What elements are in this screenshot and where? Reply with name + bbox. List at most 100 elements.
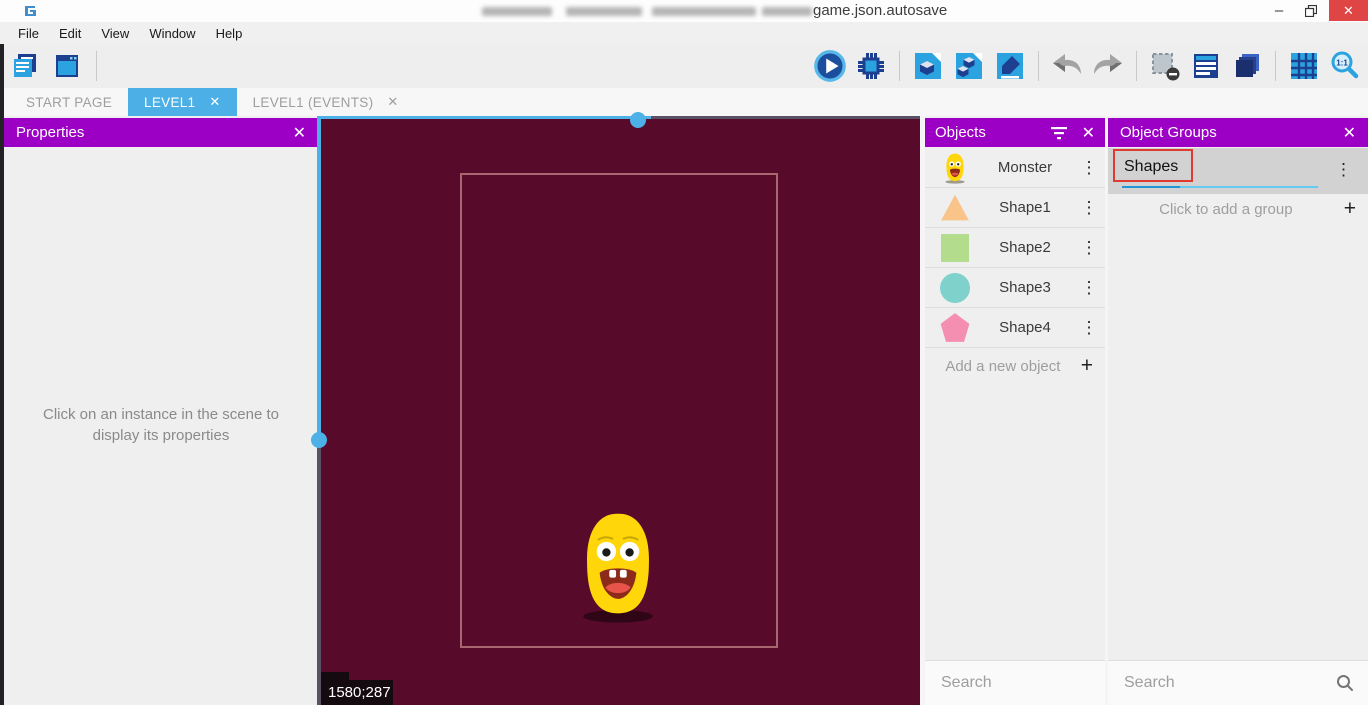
menu-window[interactable]: Window [139,24,205,43]
vertical-scrollbar[interactable] [317,116,321,446]
menu-bar: File Edit View Window Help [0,22,1368,44]
properties-panel: Properties ✕ Click on an instance in the… [4,116,318,705]
objects-search-bar [925,660,1105,705]
toolbar-divider [1136,51,1137,81]
object-row-shape4[interactable]: Shape4 ⋮ [925,308,1105,348]
minimize-button[interactable]: – [1262,0,1296,21]
add-group-button[interactable]: Click to add a group + [1108,194,1368,224]
object-menu-icon[interactable]: ⋮ [1079,318,1099,338]
grid-icon[interactable] [1287,49,1321,83]
tab-level1-events[interactable]: LEVEL1 (EVENTS) ✕ [237,88,415,116]
circle-thumbnail-icon [939,272,971,304]
gdevelop-window: game.json.autosave – ✕ File Edit View Wi… [0,0,1368,705]
redacted-title-text [566,7,642,16]
menu-file[interactable]: File [8,24,49,43]
object-row-shape1[interactable]: Shape1 ⋮ [925,188,1105,228]
tab-level1-events-close-icon[interactable]: ✕ [387,94,398,110]
horizontal-scrollbar[interactable] [321,116,651,119]
object-name: Shape2 [971,239,1079,256]
horizontal-scrollbar[interactable] [651,116,920,119]
cursor-coordinates: 1580;287 [321,680,393,705]
object-groups-close-icon[interactable]: ✕ [1343,123,1356,143]
input-underline [1122,186,1180,188]
input-underline [1180,186,1318,188]
object-name: Shape3 [971,279,1079,296]
plus-icon: + [1344,197,1356,221]
vertical-scrollbar[interactable] [317,446,321,705]
editor-tab-bar: START PAGE LEVEL1 ✕ LEVEL1 (EVENTS) ✕ [4,88,1368,116]
pentagon-thumbnail-icon [939,312,971,344]
object-menu-icon[interactable]: ⋮ [1079,198,1099,218]
objects-close-icon[interactable]: ✕ [1082,123,1095,143]
clear-selection-icon[interactable] [1148,49,1182,83]
open-properties-panel-icon[interactable] [993,49,1027,83]
cursor-coordinates-step [321,672,349,680]
monster-instance[interactable] [574,508,662,624]
tab-level1[interactable]: LEVEL1 ✕ [128,88,237,116]
object-name: Monster [971,159,1079,176]
object-row-shape3[interactable]: Shape3 ⋮ [925,268,1105,308]
plus-icon: + [1081,354,1093,378]
triangle-thumbnail-icon [939,192,971,224]
tab-level1-close-icon[interactable]: ✕ [209,94,220,110]
zoom-original-icon[interactable]: 1:1 [1328,49,1362,83]
square-thumbnail-icon [939,232,971,264]
objects-panel-title: Objects [935,124,986,141]
object-groups-panel: Object Groups ✕ ⋮ Click to add a group + [1108,116,1368,705]
start-page-icon[interactable] [50,49,84,83]
open-object-groups-panel-icon[interactable] [952,49,986,83]
title-bar: game.json.autosave – ✕ [0,0,1368,22]
object-menu-icon[interactable]: ⋮ [1079,238,1099,258]
tutorial-highlight-box [1113,149,1193,182]
menu-edit[interactable]: Edit [49,24,91,43]
redacted-title-text [652,7,756,16]
add-new-object-button[interactable]: Add a new object + [925,348,1105,384]
properties-empty-message: Click on an instance in the scene to dis… [20,404,302,446]
object-menu-icon[interactable]: ⋮ [1079,158,1099,178]
open-objects-panel-icon[interactable] [911,49,945,83]
play-preview-icon[interactable] [813,49,847,83]
window-title: game.json.autosave [813,2,947,19]
properties-panel-header: Properties ✕ [4,118,318,147]
svg-text:1:1: 1:1 [1336,59,1348,68]
object-menu-icon[interactable]: ⋮ [1079,278,1099,298]
debugger-icon[interactable] [854,49,888,83]
groups-search-bar [1108,660,1368,705]
group-name-edit-row: ⋮ [1108,148,1368,194]
objects-panel: Objects ✕ Monster ⋮ [925,116,1105,705]
object-name: Shape4 [971,319,1079,336]
search-icon [1336,674,1354,692]
object-groups-panel-header: Object Groups ✕ [1108,118,1368,147]
redacted-title-text [482,7,552,16]
menu-view[interactable]: View [91,24,139,43]
undo-icon[interactable] [1050,49,1084,83]
groups-search-input[interactable] [1108,674,1336,692]
restore-icon [1305,5,1317,17]
object-row-monster[interactable]: Monster ⋮ [925,148,1105,188]
project-manager-icon[interactable] [8,49,42,83]
filter-icon[interactable] [1050,126,1068,140]
redo-icon[interactable] [1091,49,1125,83]
toolbar-divider [899,51,900,81]
tab-start-page[interactable]: START PAGE [10,88,128,116]
gdevelop-logo-icon [22,3,38,19]
properties-panel-title: Properties [16,124,84,141]
restore-button[interactable] [1294,0,1328,21]
objects-panel-header: Objects ✕ [925,118,1105,147]
toolbar-divider [96,51,97,81]
object-groups-panel-title: Object Groups [1120,124,1217,141]
layers-icon[interactable] [1230,49,1264,83]
toolbar-divider [1275,51,1276,81]
close-button[interactable]: ✕ [1329,0,1368,21]
instances-list-icon[interactable] [1189,49,1223,83]
toolbar-divider [1038,51,1039,81]
group-menu-icon[interactable]: ⋮ [1335,160,1352,180]
object-name: Shape1 [971,199,1079,216]
properties-close-icon[interactable]: ✕ [293,123,306,143]
menu-help[interactable]: Help [206,24,253,43]
horizontal-scrollbar-handle[interactable] [630,112,646,128]
vertical-scrollbar-handle[interactable] [311,432,327,448]
monster-thumbnail-icon [939,152,971,184]
toolbar: 1:1 [0,44,1368,88]
object-row-shape2[interactable]: Shape2 ⋮ [925,228,1105,268]
